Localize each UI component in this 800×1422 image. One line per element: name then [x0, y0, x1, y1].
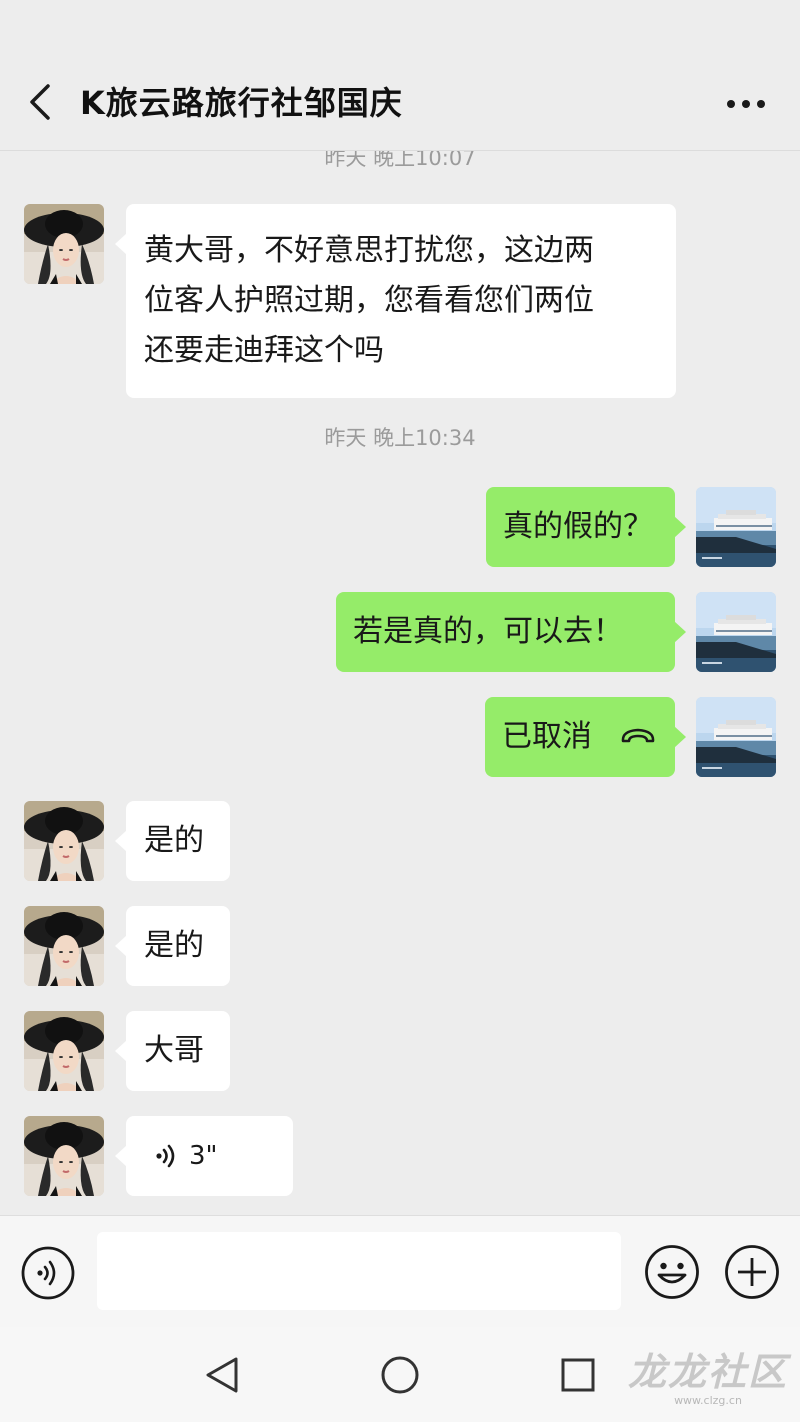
- contact-avatar[interactable]: [24, 801, 104, 881]
- chat-title: K旅云路旅行社邹国庆: [80, 84, 403, 122]
- back-chevron-icon[interactable]: [22, 82, 62, 122]
- plus-icon[interactable]: [724, 1244, 780, 1300]
- voice-wave-icon: [156, 1144, 175, 1168]
- message-text: 大哥: [144, 1033, 204, 1068]
- watermark-logo-text: 龙龙社区: [628, 1349, 789, 1394]
- system-navigation-bar: 龙龙社区 www.clzg.cn: [0, 1327, 800, 1422]
- chat-header: K旅云路旅行社邹国庆: [0, 0, 800, 151]
- timestamp: 昨天 晚上10:34: [324, 426, 476, 450]
- voice-input-icon[interactable]: [21, 1246, 75, 1300]
- message-bubble-incoming[interactable]: 黄大哥，不好意思打扰您，这边两 位客人护照过期，您看看您们两位 还要走迪拜这个吗: [115, 204, 676, 398]
- contact-avatar[interactable]: [24, 1011, 104, 1091]
- input-bar: [0, 1215, 800, 1328]
- emoji-icon[interactable]: [644, 1244, 700, 1300]
- message-bubble-incoming[interactable]: 大哥: [115, 1011, 230, 1091]
- more-dots-icon[interactable]: [726, 98, 766, 110]
- message-bubble-incoming[interactable]: 是的: [115, 801, 230, 881]
- contact-avatar[interactable]: [24, 1116, 104, 1196]
- voice-message-bubble[interactable]: 3": [115, 1116, 293, 1196]
- nav-recent-apps-icon[interactable]: [560, 1357, 596, 1393]
- message-bubble-outgoing[interactable]: 若是真的，可以去！: [336, 592, 686, 672]
- message-text: 真的假的？: [503, 509, 653, 544]
- nav-home-icon[interactable]: [380, 1355, 420, 1395]
- message-text: 黄大哥，不好意思打扰您，这边两 位客人护照过期，您看看您们两位 还要走迪拜这个吗: [144, 233, 594, 368]
- contact-avatar[interactable]: [24, 204, 104, 284]
- message-text: 是的: [144, 928, 204, 963]
- call-record-bubble[interactable]: 已取消: [485, 697, 686, 777]
- message-text: 若是真的，可以去！: [353, 614, 623, 649]
- my-avatar[interactable]: [696, 487, 776, 567]
- phone-hangup-icon: [621, 728, 655, 743]
- message-bubble-incoming[interactable]: 是的: [115, 906, 230, 986]
- message-text: 是的: [144, 823, 204, 858]
- timestamp: 昨天 晚上10:07: [324, 150, 476, 170]
- message-bubble-outgoing[interactable]: 真的假的？: [486, 487, 686, 567]
- watermark: 龙龙社区 www.clzg.cn: [628, 1341, 788, 1411]
- call-status-text: 已取消: [502, 719, 592, 754]
- message-input[interactable]: [97, 1232, 621, 1310]
- message-list[interactable]: 昨天 晚上10:07 黄大哥，不好意思打扰您，这边两 位客人护照过期，您看看您们…: [0, 150, 800, 1215]
- nav-back-icon[interactable]: [202, 1355, 242, 1395]
- my-avatar[interactable]: [696, 592, 776, 672]
- voice-duration: 3": [189, 1141, 218, 1171]
- contact-avatar[interactable]: [24, 906, 104, 986]
- my-avatar[interactable]: [696, 697, 776, 777]
